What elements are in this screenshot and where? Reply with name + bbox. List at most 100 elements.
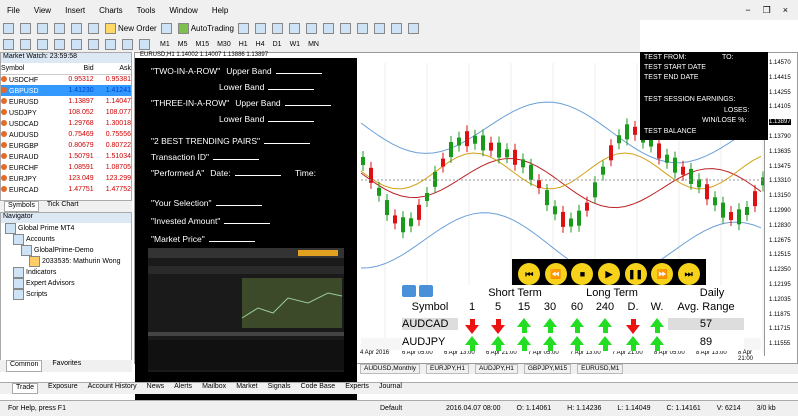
- terminal-tab-code-base[interactable]: Code Base: [301, 383, 336, 394]
- bar-chart-icon[interactable]: [237, 22, 249, 34]
- market-watch-row[interactable]: AUDUSD 0.75469 0.75556: [1, 129, 131, 140]
- timeframe-h1[interactable]: H1: [235, 41, 252, 48]
- menu-help[interactable]: Help: [205, 6, 235, 15]
- pause-icon[interactable]: ❚❚: [624, 263, 647, 285]
- menu-file[interactable]: File: [0, 6, 27, 15]
- crosshair-icon[interactable]: [20, 38, 31, 50]
- terminal-tab-news[interactable]: News: [147, 383, 165, 394]
- tab-symbols[interactable]: Symbols: [4, 201, 39, 212]
- nav-root[interactable]: Global Prime MT4: [1, 223, 131, 234]
- market-watch-row[interactable]: EURCAD 1.47751 1.47752: [1, 184, 131, 195]
- market-watch-row[interactable]: USDCHF 0.95312 0.95381: [1, 74, 131, 85]
- terminal-tab-mailbox[interactable]: Mailbox: [202, 383, 226, 394]
- menu-view[interactable]: View: [27, 6, 58, 15]
- text-icon[interactable]: [122, 38, 133, 50]
- col-bid[interactable]: Bid: [56, 63, 94, 75]
- col-symbol[interactable]: Symbol: [1, 63, 57, 75]
- trendline-icon[interactable]: [71, 38, 82, 50]
- market-watch-row[interactable]: EURAUD 1.50791 1.51034: [1, 151, 131, 162]
- market-watch-row[interactable]: EURUSD 1.13897 1.14047: [1, 96, 131, 107]
- new-order-button[interactable]: New Order: [105, 22, 157, 34]
- skip-forward-icon[interactable]: ⏭: [677, 263, 700, 285]
- autotrading-button[interactable]: AutoTrading: [177, 22, 234, 34]
- indicators-icon[interactable]: [373, 22, 385, 34]
- terminal-tab-journal[interactable]: Journal: [379, 383, 402, 394]
- strategy-tester-icon[interactable]: [88, 22, 99, 34]
- table-refresh-icon[interactable]: [419, 285, 433, 297]
- nav-scripts[interactable]: Scripts: [1, 289, 131, 300]
- chart-shift-icon[interactable]: [339, 22, 351, 34]
- col-ask[interactable]: Ask: [93, 63, 131, 75]
- templates-icon[interactable]: [407, 22, 419, 34]
- timeframe-m15[interactable]: M15: [191, 41, 213, 48]
- stop-icon[interactable]: ■: [571, 263, 594, 285]
- terminal-tab-alerts[interactable]: Alerts: [174, 383, 192, 394]
- line-chart-icon[interactable]: [271, 22, 283, 34]
- rewind-icon[interactable]: ⏪: [544, 263, 567, 285]
- nav-account[interactable]: 2033535: Mathurin Wong: [1, 256, 131, 267]
- market-watch-row[interactable]: EURJPY 123.049 123.299: [1, 173, 131, 184]
- timeframe-m30[interactable]: M30: [213, 41, 235, 48]
- tab-common[interactable]: Common: [6, 360, 43, 372]
- menu-window[interactable]: Window: [162, 6, 204, 15]
- profiles-icon[interactable]: [20, 22, 31, 34]
- market-watch-row[interactable]: EURGBP 0.80679 0.80722: [1, 140, 131, 151]
- restore-icon[interactable]: ❐: [763, 5, 771, 16]
- market-watch-icon[interactable]: [37, 22, 48, 34]
- market-watch-row[interactable]: USDCAD 1.29768 1.30018: [1, 118, 131, 129]
- tile-windows-icon[interactable]: [322, 22, 334, 34]
- terminal-tab-trade[interactable]: Trade: [12, 383, 39, 394]
- channel-icon[interactable]: [88, 38, 99, 50]
- nav-experts[interactable]: Expert Advisors: [1, 278, 131, 289]
- market-watch-row[interactable]: EURCHF 1.08591 1.08705: [1, 162, 131, 173]
- skip-back-icon[interactable]: ⏮: [518, 263, 541, 285]
- terminal-icon[interactable]: [71, 22, 82, 34]
- periods-icon[interactable]: [390, 22, 402, 34]
- chart-tab[interactable]: EURJPY,H1: [426, 364, 469, 374]
- navigator-icon[interactable]: [54, 22, 65, 34]
- chart-tab[interactable]: GBPJPY,M15: [523, 364, 572, 374]
- new-chart-icon[interactable]: [3, 22, 14, 34]
- timeframe-h4[interactable]: H4: [252, 41, 269, 48]
- timeframe-w1[interactable]: W1: [286, 41, 305, 48]
- table-settings-icon[interactable]: [402, 285, 416, 297]
- close-icon[interactable]: ×: [783, 5, 788, 16]
- chart-tab[interactable]: AUDUSD,Monthly: [360, 364, 421, 374]
- nav-server[interactable]: GlobalPrime-Demo: [1, 245, 131, 256]
- autoscroll-icon[interactable]: [356, 22, 368, 34]
- terminal-tab-market[interactable]: Market: [236, 383, 257, 394]
- market-watch-row[interactable]: GBPUSD 1.41230 1.41241: [1, 85, 131, 96]
- fibonacci-icon[interactable]: [105, 38, 116, 50]
- terminal-tab-experts[interactable]: Experts: [345, 383, 369, 394]
- tab-tick-chart[interactable]: Tick Chart: [47, 201, 79, 212]
- timeframe-d1[interactable]: D1: [269, 41, 286, 48]
- timeframe-m1[interactable]: M1: [156, 41, 174, 48]
- price-label: 1.12830: [769, 222, 791, 229]
- menu-tools[interactable]: Tools: [130, 6, 163, 15]
- metaeditor-icon[interactable]: [160, 22, 172, 34]
- market-watch-row[interactable]: USDJPY 108.052 108.077: [1, 107, 131, 118]
- menu-insert[interactable]: Insert: [58, 6, 92, 15]
- nav-indicators[interactable]: Indicators: [1, 267, 131, 278]
- play-icon[interactable]: ▶: [597, 263, 620, 285]
- tab-favorites[interactable]: Favorites: [52, 360, 81, 372]
- terminal-tab-signals[interactable]: Signals: [268, 383, 291, 394]
- zoom-in-icon[interactable]: [288, 22, 300, 34]
- minimize-icon[interactable]: −: [745, 5, 750, 16]
- nav-accounts[interactable]: Accounts: [1, 234, 131, 245]
- chart-tab[interactable]: AUDJPY,H1: [474, 364, 518, 374]
- terminal-tab-account-history[interactable]: Account History: [88, 383, 137, 394]
- horizontal-line-icon[interactable]: [54, 38, 65, 50]
- candlestick-icon[interactable]: [254, 22, 266, 34]
- menu-charts[interactable]: Charts: [92, 6, 130, 15]
- terminal-tab-exposure[interactable]: Exposure: [48, 383, 78, 394]
- arrow-icon[interactable]: [139, 38, 150, 50]
- cursor-icon[interactable]: [3, 38, 14, 50]
- vertical-line-icon[interactable]: [37, 38, 48, 50]
- timeframe-mn[interactable]: MN: [304, 41, 323, 48]
- fast-forward-icon[interactable]: ⏩: [651, 263, 674, 285]
- timeframe-m5[interactable]: M5: [174, 41, 192, 48]
- chart-tab[interactable]: EURUSD,M1: [577, 364, 624, 374]
- up-arrow-stem: [574, 327, 580, 333]
- zoom-out-icon[interactable]: [305, 22, 317, 34]
